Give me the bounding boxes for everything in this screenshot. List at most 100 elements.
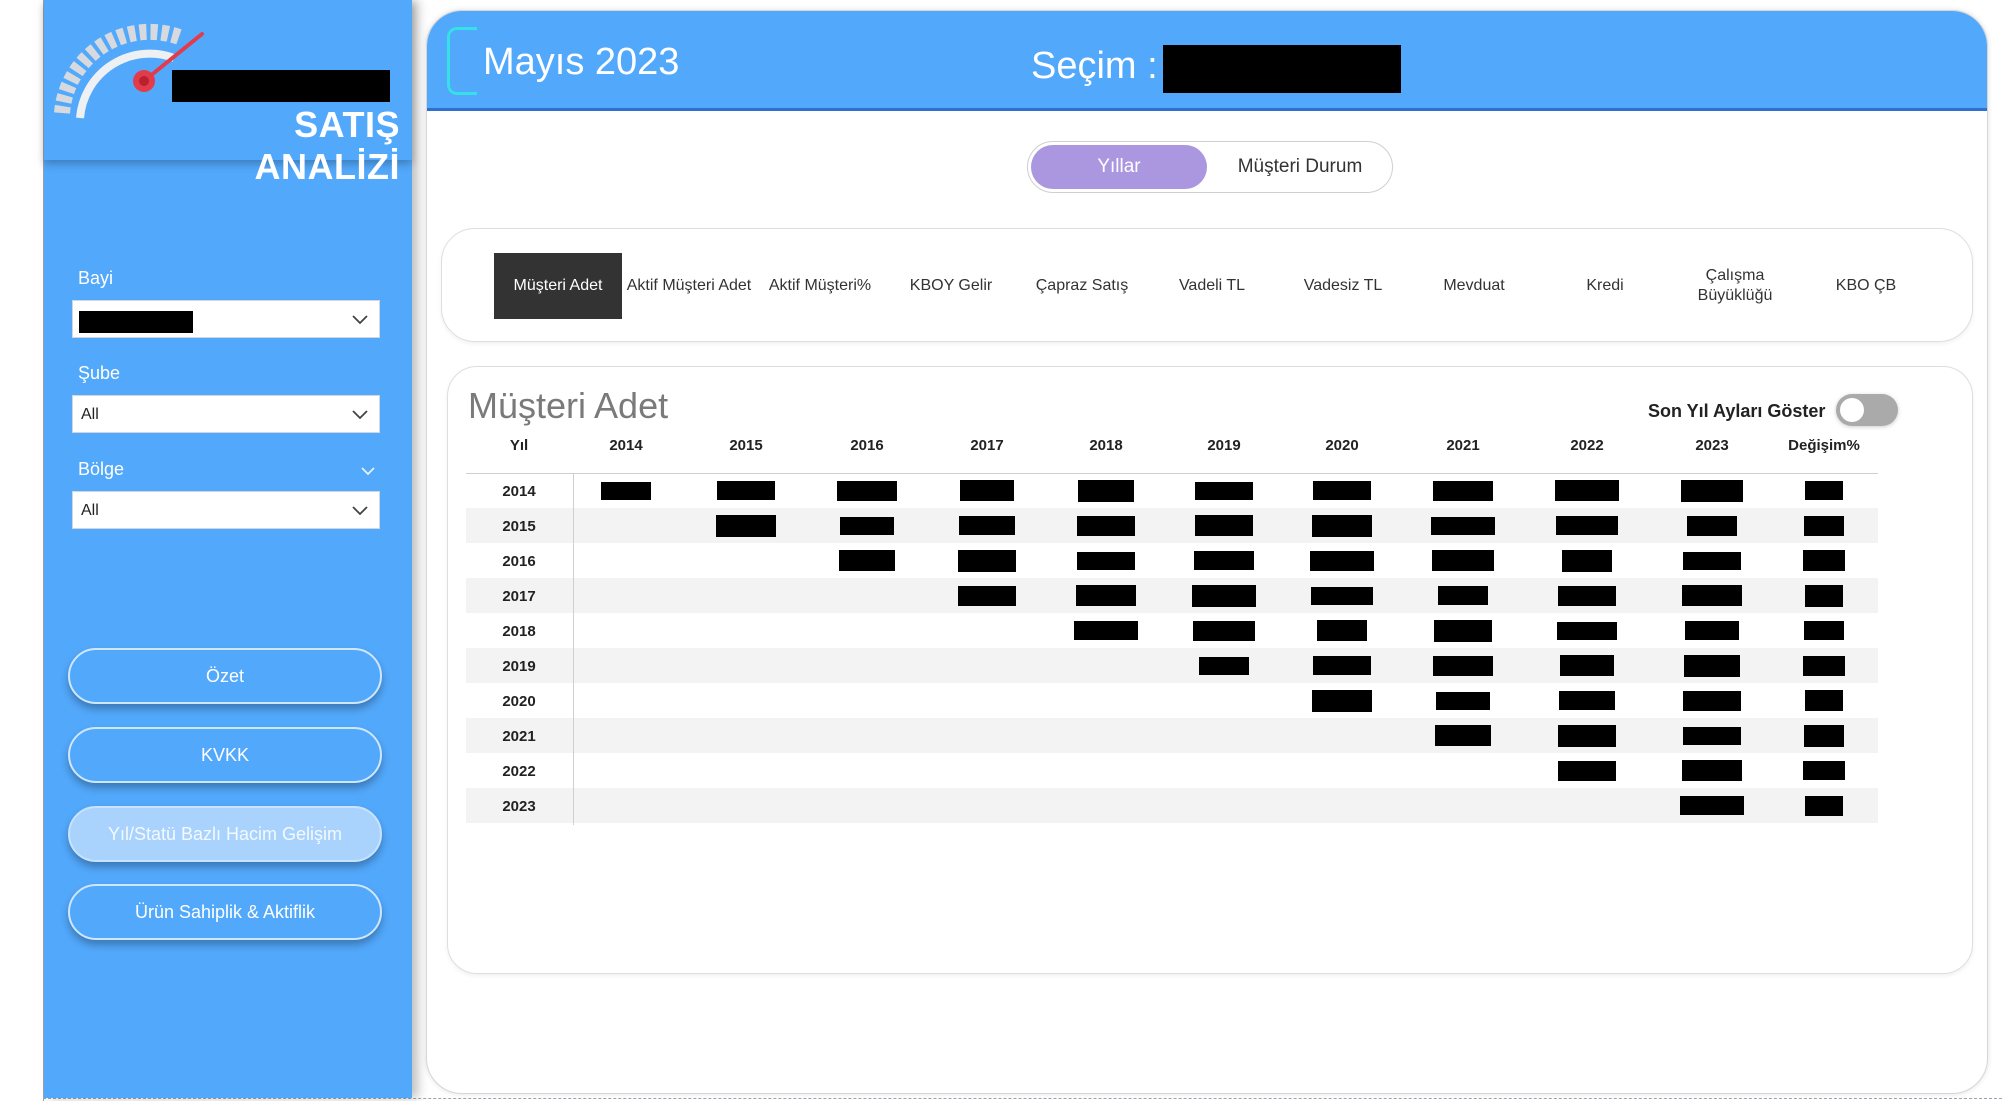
table-row: 2023 bbox=[466, 788, 1878, 823]
sube-label: Şube bbox=[78, 363, 121, 383]
redacted-change-cell bbox=[1803, 550, 1845, 571]
bolge-dropdown[interactable]: All bbox=[72, 491, 380, 529]
yil-statu-button[interactable]: Yıl/Statü Bazlı Hacim Gelişim bbox=[68, 806, 382, 862]
redacted-selection bbox=[1163, 45, 1401, 93]
redacted-cell bbox=[840, 516, 894, 535]
tab-aktif-musteri-yuzde[interactable]: Aktif Müşteri% bbox=[756, 253, 884, 319]
redacted-cell bbox=[1684, 654, 1740, 677]
column-header: 2019 bbox=[1207, 437, 1241, 454]
redacted-value bbox=[79, 311, 193, 333]
column-header: 2021 bbox=[1446, 437, 1480, 454]
app-canvas: SATIŞ ANALİZİ Bayi Şube All Bölge All Öz… bbox=[0, 0, 2002, 1101]
view-toggle: Yıllar Müşteri Durum bbox=[1027, 141, 1393, 193]
row-label: 2022 bbox=[502, 763, 536, 780]
redacted-cell bbox=[958, 585, 1016, 606]
redacted-cell bbox=[1078, 479, 1134, 502]
column-header-year: Yıl bbox=[509, 437, 529, 454]
table-row: 2014 bbox=[466, 473, 1878, 508]
redacted-cell bbox=[1681, 479, 1743, 502]
tab-calisma-buyuklugu[interactable]: Çalışma Büyüklüğü bbox=[1671, 253, 1799, 319]
sube-dropdown[interactable]: All bbox=[72, 395, 380, 433]
redacted-cell bbox=[1682, 585, 1742, 606]
row-label: 2020 bbox=[502, 693, 536, 710]
row-label: 2016 bbox=[502, 553, 536, 570]
redacted-cell bbox=[1434, 619, 1492, 642]
redacted-cell bbox=[1683, 726, 1741, 745]
row-label: 2019 bbox=[502, 658, 536, 675]
bayi-label: Bayi bbox=[78, 268, 114, 288]
redacted-change-cell bbox=[1803, 655, 1845, 676]
tab-aktif-musteri-adet[interactable]: Aktif Müşteri Adet bbox=[625, 253, 753, 319]
redacted-cell bbox=[1193, 620, 1255, 641]
switch-label: Son Yıl Ayları Göster bbox=[1648, 401, 1826, 421]
tab-mevduat[interactable]: Mevduat bbox=[1410, 253, 1538, 319]
tab-kboy-gelir[interactable]: KBOY Gelir bbox=[887, 253, 1015, 319]
main-panel: Mayıs 2023 Seçim : Yıllar Müşteri Durum … bbox=[426, 10, 1988, 1094]
tab-vadesiz-tl[interactable]: Vadesiz TL bbox=[1279, 253, 1407, 319]
redacted-cell bbox=[1317, 620, 1367, 641]
column-header-change: Değişim% bbox=[1788, 437, 1860, 454]
redacted-cell bbox=[1195, 481, 1253, 500]
redacted-cell bbox=[1436, 691, 1490, 710]
redacted-cell bbox=[1431, 516, 1495, 535]
calendar-bracket-icon bbox=[447, 27, 477, 95]
metric-tabs: Müşteri Adet Aktif Müşteri Adet Aktif Mü… bbox=[441, 228, 1973, 342]
report-date: Mayıs 2023 bbox=[483, 41, 680, 83]
tab-kredi[interactable]: Kredi bbox=[1541, 253, 1669, 319]
toggle-customer-status[interactable]: Müşteri Durum bbox=[1212, 145, 1388, 189]
redacted-cell bbox=[959, 516, 1015, 535]
redacted-change-cell bbox=[1804, 515, 1844, 536]
chevron-down-icon[interactable] bbox=[360, 464, 376, 478]
bayi-dropdown[interactable] bbox=[72, 300, 380, 338]
header-bar: Mayıs 2023 Seçim : bbox=[427, 11, 1987, 111]
tab-capraz-satis[interactable]: Çapraz Satış bbox=[1018, 253, 1146, 319]
selection-label: Seçim : bbox=[1031, 45, 1158, 87]
redacted-cell bbox=[1558, 724, 1616, 747]
redacted-cell bbox=[1435, 725, 1491, 746]
redacted-cell bbox=[1683, 690, 1741, 711]
chevron-down-icon bbox=[352, 410, 368, 420]
redacted-cell bbox=[1562, 549, 1612, 572]
redacted-cell bbox=[1311, 586, 1373, 605]
redacted-cell bbox=[958, 549, 1016, 572]
redacted-cell bbox=[1192, 584, 1256, 607]
app-title: SATIŞ ANALİZİ bbox=[254, 104, 400, 187]
kvkk-button[interactable]: KVKK bbox=[68, 727, 382, 783]
redacted-cell bbox=[839, 550, 895, 571]
row-label: 2023 bbox=[502, 798, 536, 815]
toggle-years[interactable]: Yıllar bbox=[1031, 145, 1207, 189]
redacted-change-cell bbox=[1805, 795, 1843, 816]
row-label: 2017 bbox=[502, 588, 536, 605]
ozet-button[interactable]: Özet bbox=[68, 648, 382, 704]
redacted-cell bbox=[1558, 760, 1616, 781]
redacted-cell bbox=[1194, 551, 1254, 570]
row-label: 2015 bbox=[502, 518, 536, 535]
redacted-cell bbox=[1433, 655, 1493, 676]
frame-border bbox=[43, 1098, 2002, 1099]
sube-value: All bbox=[81, 406, 99, 423]
sidebar: SATIŞ ANALİZİ Bayi Şube All Bölge All Öz… bbox=[44, 0, 412, 1098]
redacted-change-cell bbox=[1805, 690, 1843, 711]
redacted-change-cell bbox=[1804, 724, 1844, 747]
tab-kbo-cb[interactable]: KBO ÇB bbox=[1802, 253, 1930, 319]
table-title: Müşteri Adet bbox=[468, 385, 669, 426]
chevron-down-icon bbox=[352, 315, 368, 325]
redacted-cell bbox=[1557, 621, 1617, 640]
table-card: Müşteri Adet Son Yıl Ayları Göster Yıl 2… bbox=[447, 366, 1973, 974]
tab-vadeli-tl[interactable]: Vadeli TL bbox=[1148, 253, 1276, 319]
row-label: 2021 bbox=[502, 728, 536, 745]
bolge-value: All bbox=[81, 502, 99, 519]
redacted-cell bbox=[1433, 480, 1493, 501]
urun-sahiplik-button[interactable]: Ürün Sahiplik & Aktiflik bbox=[68, 884, 382, 940]
redacted-cell bbox=[1432, 550, 1494, 571]
redacted-change-cell bbox=[1804, 621, 1844, 640]
column-header: 2023 bbox=[1695, 437, 1729, 454]
table-row: 2018 bbox=[466, 613, 1878, 648]
table-row: 2021 bbox=[466, 718, 1878, 753]
show-last-year-months-toggle[interactable] bbox=[1836, 394, 1898, 426]
redacted-cell bbox=[1195, 515, 1253, 536]
tab-musteri-adet[interactable]: Müşteri Adet bbox=[494, 253, 622, 319]
redacted-cell bbox=[716, 514, 776, 537]
column-header: 2017 bbox=[970, 437, 1004, 454]
table-row: 2022 bbox=[466, 753, 1878, 788]
